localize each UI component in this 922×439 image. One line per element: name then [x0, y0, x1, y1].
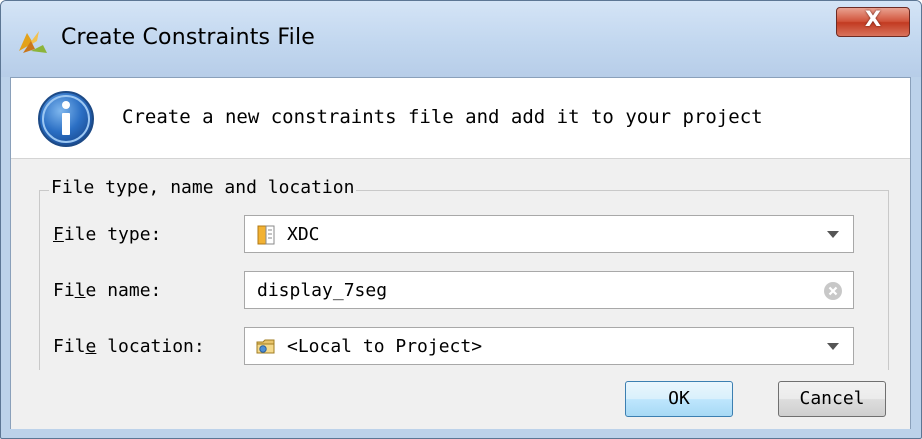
- vivado-logo-icon: [19, 31, 47, 53]
- file-type-value: XDC: [287, 224, 320, 245]
- create-constraints-dialog: Create Constraints File X Create a new c…: [0, 0, 922, 439]
- file-name-input[interactable]: display_7seg: [244, 271, 854, 309]
- file-location-label: File location:: [53, 336, 205, 357]
- file-name-label: File name:: [53, 280, 162, 301]
- cancel-button[interactable]: Cancel: [778, 381, 886, 417]
- close-icon: X: [864, 7, 882, 31]
- title-bar[interactable]: Create Constraints File X: [1, 1, 921, 77]
- chevron-down-icon[interactable]: [827, 231, 839, 238]
- chevron-down-icon[interactable]: [827, 343, 839, 350]
- dialog-header: Create a new constraints file and add it…: [11, 78, 910, 158]
- dialog-body: File type, name and location File type: …: [11, 158, 910, 429]
- file-type-label: File type:: [53, 224, 162, 245]
- window-title: Create Constraints File: [61, 25, 316, 50]
- dialog-description: Create a new constraints file and add it…: [122, 106, 763, 128]
- clear-icon[interactable]: [823, 281, 843, 301]
- group-title: File type, name and location: [49, 177, 357, 198]
- ok-button[interactable]: OK: [625, 381, 733, 417]
- file-location-value: <Local to Project>: [287, 336, 483, 357]
- close-button[interactable]: X: [836, 7, 910, 37]
- info-icon: [38, 91, 94, 147]
- file-location-select[interactable]: <Local to Project>: [244, 327, 854, 365]
- file-name-value: display_7seg: [257, 280, 388, 301]
- xdc-file-icon: [257, 225, 275, 245]
- file-type-select[interactable]: XDC: [244, 215, 854, 253]
- dialog-content: Create a new constraints file and add it…: [10, 77, 911, 429]
- folder-icon: [256, 339, 275, 354]
